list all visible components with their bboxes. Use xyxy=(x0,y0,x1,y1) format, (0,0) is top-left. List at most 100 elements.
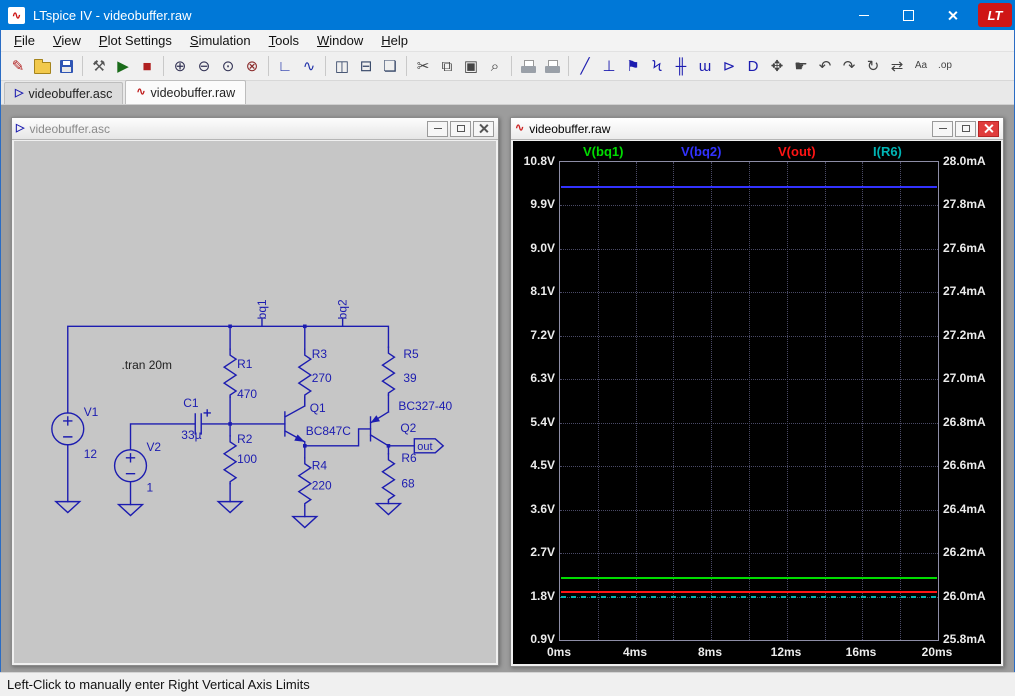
net-label-bq2[interactable]: bq2 xyxy=(336,299,350,319)
undo-button[interactable]: ↶ xyxy=(813,54,837,78)
schematic-window-titlebar[interactable]: ▷ videobuffer.asc xyxy=(12,118,498,140)
mirror-button[interactable]: ⇄ xyxy=(885,54,909,78)
zoom-back-button[interactable]: ⊖ xyxy=(192,54,216,78)
label-R6-value[interactable]: 68 xyxy=(401,477,415,491)
resistor-button[interactable]: Ϟ xyxy=(645,54,669,78)
label-R3-ref[interactable]: R3 xyxy=(312,347,328,361)
minimize-button[interactable] xyxy=(842,0,886,30)
maximize-button[interactable] xyxy=(886,0,930,30)
new-schematic-button[interactable]: ✎ xyxy=(6,54,30,78)
net-label-bq1[interactable]: bq1 xyxy=(255,299,269,319)
schematic-close-button[interactable] xyxy=(473,120,494,137)
menu-file[interactable]: File xyxy=(5,30,44,51)
plot-settings-button[interactable]: ∿ xyxy=(297,54,321,78)
print-preview-button[interactable] xyxy=(516,54,540,78)
copy-button[interactable]: ⧉ xyxy=(435,54,459,78)
label-R2-ref[interactable]: R2 xyxy=(237,432,253,446)
redo-button[interactable]: ↷ xyxy=(837,54,861,78)
label-R4-value[interactable]: 220 xyxy=(312,479,332,493)
label-Q2-value[interactable]: BC327-40 xyxy=(398,399,452,413)
label-R5-value[interactable]: 39 xyxy=(403,371,417,385)
legend-i-r6[interactable]: I(R6) xyxy=(873,144,902,159)
cut-button[interactable]: ✂ xyxy=(411,54,435,78)
waveform-window-titlebar[interactable]: ∿ videobuffer.raw xyxy=(511,118,1003,140)
print-button[interactable] xyxy=(540,54,564,78)
label-R6-ref[interactable]: R6 xyxy=(401,451,417,465)
menu-help[interactable]: Help xyxy=(372,30,417,51)
plot-area[interactable] xyxy=(559,161,939,641)
schematic-maximize-button[interactable] xyxy=(450,120,471,137)
label-Q2-ref[interactable]: Q2 xyxy=(400,421,416,435)
legend-v-bq1[interactable]: V(bq1) xyxy=(583,144,623,159)
component-Q1[interactable] xyxy=(283,396,306,447)
rotate-button[interactable]: ↻ xyxy=(861,54,885,78)
inductor-button[interactable]: ɯ xyxy=(693,54,717,78)
menu-tools[interactable]: Tools xyxy=(260,30,308,51)
menu-plot-settings[interactable]: Plot Settings xyxy=(90,30,181,51)
label-R2-value[interactable]: 100 xyxy=(237,452,257,466)
component-button[interactable]: D xyxy=(741,54,765,78)
find-button[interactable]: ⌕ xyxy=(483,54,507,78)
menu-window[interactable]: Window xyxy=(308,30,372,51)
tab-videobuffer.raw[interactable]: ∿ videobuffer.raw xyxy=(125,80,247,104)
schematic-canvas[interactable]: V1 12 V2 1 C1 33µ R1 470 R2 100 R3 270 Q… xyxy=(14,141,496,663)
component-R2[interactable] xyxy=(223,435,237,485)
schematic-body[interactable]: V1 12 V2 1 C1 33µ R1 470 R2 100 R3 270 Q… xyxy=(14,141,496,663)
save-button[interactable] xyxy=(54,54,78,78)
label-V1-ref[interactable]: V1 xyxy=(84,405,99,419)
waveform-close-button[interactable] xyxy=(978,120,999,137)
paste-button[interactable]: ▣ xyxy=(459,54,483,78)
waveform-minimize-button[interactable] xyxy=(932,120,953,137)
capacitor-button[interactable]: ╫ xyxy=(669,54,693,78)
halt-button[interactable]: ■ xyxy=(135,54,159,78)
close-button[interactable] xyxy=(930,0,974,30)
label-R3-value[interactable]: 270 xyxy=(312,371,332,385)
spice-directive-button[interactable]: .op xyxy=(933,54,957,78)
legend-v-bq2[interactable]: V(bq2) xyxy=(681,144,721,159)
zoom-area-button[interactable]: ⊕ xyxy=(168,54,192,78)
autorange-y-axis-button[interactable]: ∟ xyxy=(273,54,297,78)
plot-body[interactable]: V(bq1) V(bq2) V(out) I(R6) 10.8V 9.9V 9.0V 8.1V… xyxy=(513,141,1001,664)
zoom-reset-button[interactable]: ⊗ xyxy=(240,54,264,78)
waveform-maximize-button[interactable] xyxy=(955,120,976,137)
component-V1[interactable] xyxy=(51,412,85,446)
component-R5[interactable] xyxy=(381,346,396,396)
component-R1[interactable] xyxy=(223,348,237,398)
legend-v-out[interactable]: V(out) xyxy=(778,144,816,159)
component-V2[interactable] xyxy=(113,449,148,483)
component-R6[interactable] xyxy=(381,453,396,503)
label-V2-value[interactable]: 1 xyxy=(146,481,153,495)
label-C1-value[interactable]: 33µ xyxy=(181,428,201,442)
menu-simulation[interactable]: Simulation xyxy=(181,30,260,51)
label-R4-ref[interactable]: R4 xyxy=(312,459,328,473)
label-V2-ref[interactable]: V2 xyxy=(146,440,161,454)
tile-horizontal-button[interactable]: ⊟ xyxy=(354,54,378,78)
label-Q1-ref[interactable]: Q1 xyxy=(310,401,326,415)
ground-button[interactable]: ⊥ xyxy=(597,54,621,78)
tab-videobuffer.asc[interactable]: ▷ videobuffer.asc xyxy=(4,82,124,104)
move-button[interactable]: ✥ xyxy=(765,54,789,78)
schematic-minimize-button[interactable] xyxy=(427,120,448,137)
component-R4[interactable] xyxy=(298,457,312,507)
text-button[interactable]: Aa xyxy=(909,54,933,78)
open-button[interactable] xyxy=(30,54,54,78)
label-V1-value[interactable]: 12 xyxy=(84,447,98,461)
component-Q2[interactable] xyxy=(369,411,390,447)
diode-button[interactable]: ⊳ xyxy=(717,54,741,78)
wire-button[interactable]: ╱ xyxy=(573,54,597,78)
component-R3[interactable] xyxy=(298,348,312,398)
cascade-windows-button[interactable]: ❏ xyxy=(378,54,402,78)
menu-view[interactable]: View xyxy=(44,30,90,51)
control-panel-button[interactable]: ⚒ xyxy=(87,54,111,78)
label-R5-ref[interactable]: R5 xyxy=(403,347,419,361)
label-R1-value[interactable]: 470 xyxy=(237,387,257,401)
drag-button[interactable]: ☛ xyxy=(789,54,813,78)
label-net-button[interactable]: ⚑ xyxy=(621,54,645,78)
label-C1-ref[interactable]: C1 xyxy=(183,396,199,410)
zoom-full-extents-button[interactable]: ⊙ xyxy=(216,54,240,78)
run-button[interactable]: ▶ xyxy=(111,54,135,78)
label-Q1-value[interactable]: BC847C xyxy=(306,424,351,438)
net-label-out[interactable]: out xyxy=(417,441,432,453)
spice-directive-text[interactable]: .tran 20m xyxy=(122,358,172,372)
tile-vertical-button[interactable]: ◫ xyxy=(330,54,354,78)
